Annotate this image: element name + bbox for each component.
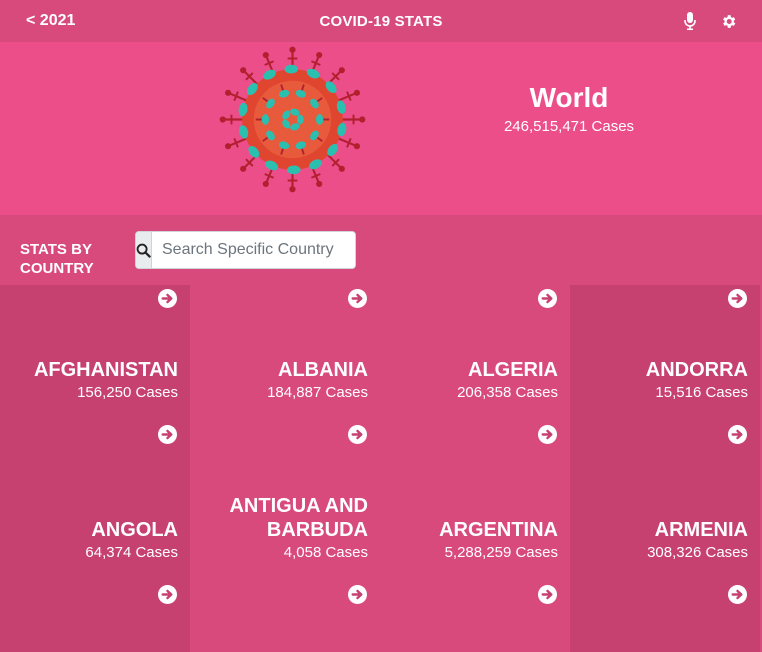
country-name: ANGOLA bbox=[91, 519, 178, 541]
country-cases: 156,250 Cases bbox=[77, 384, 178, 401]
country-card[interactable]: ANDORRA 15,516 Cases bbox=[570, 285, 760, 445]
page-title: COVID-19 STATS bbox=[319, 13, 443, 30]
world-cases: 246,515,471 Cases bbox=[503, 118, 635, 135]
country-cases: 184,887 Cases bbox=[267, 384, 368, 401]
search-box bbox=[135, 231, 356, 269]
country-name: ALBANIA bbox=[278, 359, 368, 381]
country-card[interactable]: ANTIGUA AND BARBUDA 4,058 Cases bbox=[190, 445, 380, 652]
country-name: ANDORRA bbox=[645, 359, 748, 381]
country-grid: AFGHANISTAN 156,250 Cases ALBANIA 184,88… bbox=[0, 285, 762, 652]
country-card[interactable]: AFGHANISTAN 156,250 Cases bbox=[0, 285, 190, 445]
world-stats: World 246,515,471 Cases bbox=[478, 82, 660, 135]
country-name: AFGHANISTAN bbox=[33, 359, 178, 381]
stats-by-country-label: STATS BY COUNTRY bbox=[20, 240, 110, 278]
country-card[interactable]: ARGENTINA 5,288,259 Cases bbox=[380, 445, 570, 652]
top-bar: < 2021 COVID-19 STATS bbox=[0, 0, 762, 42]
arrow-circle-right-icon[interactable] bbox=[158, 289, 177, 308]
arrow-circle-right-icon[interactable] bbox=[348, 425, 367, 444]
gear-icon[interactable] bbox=[718, 11, 738, 31]
country-name: ARGENTINA bbox=[439, 519, 558, 541]
country-name: ARMENIA bbox=[654, 519, 748, 541]
world-title: World bbox=[529, 82, 609, 113]
stats-by-country-text: STATS BY COUNTRY bbox=[20, 241, 94, 277]
arrow-circle-right-icon[interactable] bbox=[728, 585, 747, 604]
microphone-icon[interactable] bbox=[680, 11, 700, 31]
back-button[interactable]: < 2021 bbox=[26, 12, 75, 30]
arrow-circle-right-icon[interactable] bbox=[348, 289, 367, 308]
arrow-circle-right-icon[interactable] bbox=[348, 585, 367, 604]
search-icon[interactable] bbox=[136, 232, 152, 268]
country-cases: 64,374 Cases bbox=[85, 544, 178, 561]
country-name: ANTIGUA AND BARBUDA bbox=[229, 495, 368, 541]
arrow-circle-right-icon[interactable] bbox=[728, 425, 747, 444]
country-cases: 4,058 Cases bbox=[283, 544, 368, 561]
country-card[interactable]: ARMENIA 308,326 Cases bbox=[570, 445, 760, 652]
arrow-circle-right-icon[interactable] bbox=[538, 289, 557, 308]
country-cases: 5,288,259 Cases bbox=[444, 544, 558, 561]
search-input[interactable] bbox=[152, 232, 355, 268]
arrow-circle-right-icon[interactable] bbox=[728, 289, 747, 308]
world-summary: World 246,515,471 Cases bbox=[0, 42, 762, 215]
arrow-circle-right-icon[interactable] bbox=[158, 425, 177, 444]
country-cases: 206,358 Cases bbox=[457, 384, 558, 401]
country-card[interactable]: ALGERIA 206,358 Cases bbox=[380, 285, 570, 445]
country-name: ALGERIA bbox=[468, 359, 558, 381]
virus-illustration bbox=[219, 46, 366, 193]
country-cases: 308,326 Cases bbox=[647, 544, 748, 561]
country-card[interactable]: ALBANIA 184,887 Cases bbox=[190, 285, 380, 445]
country-cases: 15,516 Cases bbox=[655, 384, 748, 401]
search-section: STATS BY COUNTRY bbox=[0, 215, 762, 285]
country-card[interactable]: ANGOLA 64,374 Cases bbox=[0, 445, 190, 652]
arrow-circle-right-icon[interactable] bbox=[158, 585, 177, 604]
arrow-circle-right-icon[interactable] bbox=[538, 425, 557, 444]
arrow-circle-right-icon[interactable] bbox=[538, 585, 557, 604]
header-actions bbox=[680, 11, 738, 31]
